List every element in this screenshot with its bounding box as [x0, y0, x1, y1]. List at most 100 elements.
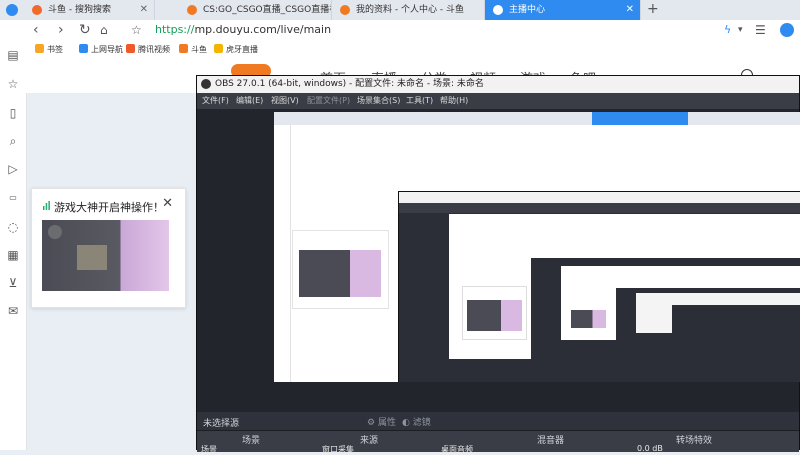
menu-icon[interactable]: ☰: [755, 22, 766, 38]
favorites-icon[interactable]: ☆: [6, 77, 20, 91]
tab-label: 主播中心: [509, 5, 546, 15]
captured-popup: [292, 230, 389, 309]
douyu-favicon-icon: [340, 5, 350, 15]
star-icon[interactable]: ☆: [131, 22, 142, 38]
obs-menubar: 文件(F) 编辑(E) 视图(V) 配置文件(P) 场景集合(S) 工具(T) …: [197, 93, 799, 109]
cart-icon[interactable]: ⊻: [6, 276, 20, 290]
home-icon[interactable]: ⌂: [100, 22, 108, 38]
dock-scenes-header: 场景: [242, 436, 261, 446]
filters-label: 滤镜: [412, 418, 431, 428]
menu-help[interactable]: 帮助(H): [440, 93, 468, 109]
news-icon[interactable]: ▤: [6, 48, 20, 62]
bookmark-label: 上网导航: [91, 45, 123, 54]
thumbnail-detail: [77, 245, 107, 270]
chevron-down-icon[interactable]: ▾: [738, 22, 743, 38]
obs-logo-icon: [201, 79, 211, 89]
menu-edit[interactable]: 编辑(E): [236, 93, 263, 109]
chat-icon[interactable]: ◌: [6, 220, 20, 234]
dock-mixer-header: 混音器: [537, 436, 565, 446]
captured-level2-page: [449, 214, 800, 359]
book-icon[interactable]: ▯: [6, 106, 20, 120]
preview-capture: [274, 112, 800, 382]
obs-bottom-panel: 未选择源 ⚙ 属性 ◐ 滤镜 场景 来源 混音器 转场特效 场景 窗口采集 桌面…: [197, 412, 799, 454]
dock-sources-header: 来源: [360, 436, 379, 446]
obs-titlebar: OBS 27.0.1 (64-bit, windows) - 配置文件: 未命名…: [197, 76, 799, 93]
mail-icon[interactable]: ✉: [6, 304, 20, 318]
tab-close-icon[interactable]: ✕: [140, 0, 148, 20]
obs-title-text: OBS 27.0.1 (64-bit, windows) - 配置文件: 未命名…: [215, 79, 484, 89]
url-path: mp.douyu.com/live/main: [194, 23, 332, 36]
menu-scene-collection[interactable]: 场景集合(S): [357, 93, 400, 109]
lightning-icon[interactable]: ϟ: [724, 22, 731, 38]
back-icon[interactable]: ‹: [33, 22, 39, 38]
mixer-value: 0.0 dB: [637, 444, 663, 453]
obs-preview[interactable]: [197, 109, 800, 412]
captured-level3-obs: [531, 258, 800, 359]
filter-icon: ◐: [402, 418, 413, 428]
dock-transitions-header: 转场特效: [676, 436, 713, 446]
filters-button[interactable]: ◐ 滤镜: [402, 415, 431, 428]
bookmark-label: 腾讯视频: [138, 45, 170, 54]
obs-window: OBS 27.0.1 (64-bit, windows) - 配置文件: 未命名…: [196, 75, 800, 454]
bookmark-folder[interactable]: 书签: [35, 44, 63, 55]
bookmark-nav[interactable]: 上网导航: [79, 44, 123, 55]
captured-tabbar: [274, 112, 800, 125]
tab-profile[interactable]: 我的资料 - 个人中心 - 斗鱼: [332, 0, 485, 20]
captured-thumb: [299, 250, 381, 297]
tab-label: 我的资料 - 个人中心 - 斗鱼: [356, 5, 464, 15]
menu-profile[interactable]: 配置文件(P): [307, 93, 350, 109]
address-bar: ‹ › ↻ ⌂ ☆ https://mp.douyu.com/live/main…: [0, 20, 800, 42]
captured-obs-title: [399, 192, 800, 203]
video-icon[interactable]: ▷: [6, 162, 20, 176]
tab-sogou[interactable]: 斗鱼 - 搜狗搜索 ✕: [24, 0, 155, 20]
forward-icon[interactable]: ›: [58, 22, 64, 38]
bookmark-label: 斗鱼: [191, 45, 207, 54]
bookmarks-bar: 书签 上网导航 腾讯视频 斗鱼 虎牙直播: [0, 41, 800, 61]
url-scheme: https://: [155, 23, 195, 36]
captured-obs: [398, 191, 800, 382]
douyu-icon: [179, 44, 188, 53]
douyu-favicon-icon: [187, 5, 197, 15]
game-thumbnail[interactable]: [42, 220, 169, 291]
calendar-icon[interactable]: ▦: [6, 248, 20, 262]
tab-anchor-center[interactable]: 主播中心 ✕: [485, 0, 641, 20]
captured-level3-page: [561, 266, 800, 340]
captured-sidebar: [274, 125, 291, 382]
game-popup: 游戏大神开启神操作！ ✕: [31, 188, 186, 308]
douyu-favicon-icon: [32, 5, 42, 15]
captured-level4-page: [636, 293, 800, 333]
tab-close-icon[interactable]: ✕: [626, 0, 634, 20]
live-icon[interactable]: ▭: [6, 191, 20, 205]
thumbnail-detail: [48, 225, 62, 239]
gear-icon: ⚙: [367, 418, 378, 428]
no-source-label: 未选择源: [203, 419, 240, 429]
bookmark-tencent[interactable]: 腾讯视频: [126, 44, 170, 55]
menu-tools[interactable]: 工具(T): [406, 93, 433, 109]
properties-button[interactable]: ⚙ 属性: [367, 415, 396, 428]
captured-page: [274, 125, 800, 382]
tab-label: CS:GO_CSGO直播_CSGO直播视频在...: [203, 5, 331, 15]
browser-sidebar: ▤ ☆ ▯ ⌕ ▷ ▭ ◌ ▦ ⊻ ✉: [0, 48, 27, 450]
close-icon[interactable]: ✕: [162, 196, 173, 211]
stats-icon: [43, 201, 50, 210]
captured-obs-menu: [399, 203, 800, 213]
captured-level2-thumb: [467, 300, 522, 331]
bookmark-label: 书签: [47, 45, 63, 54]
reload-icon[interactable]: ↻: [79, 22, 91, 38]
search-icon[interactable]: ⌕: [6, 134, 20, 148]
tab-csgo[interactable]: CS:GO_CSGO直播_CSGO直播视频在...: [179, 0, 332, 20]
tab-label: 斗鱼 - 搜狗搜索: [48, 5, 111, 15]
new-tab-button[interactable]: +: [647, 1, 659, 17]
bookmark-huya[interactable]: 虎牙直播: [214, 44, 258, 55]
account-icon[interactable]: [780, 23, 794, 37]
bookmark-label: 虎牙直播: [226, 45, 258, 54]
star-icon: [35, 44, 44, 53]
menu-view[interactable]: 视图(V): [271, 93, 299, 109]
tencent-video-icon: [126, 44, 135, 53]
menu-file[interactable]: 文件(F): [202, 93, 229, 109]
captured-level4-obs: [616, 288, 800, 340]
captured-level2-popup: [462, 286, 527, 340]
globe-icon: [493, 5, 503, 15]
url-field[interactable]: https://mp.douyu.com/live/main: [155, 23, 331, 36]
bookmark-douyu[interactable]: 斗鱼: [179, 44, 207, 55]
